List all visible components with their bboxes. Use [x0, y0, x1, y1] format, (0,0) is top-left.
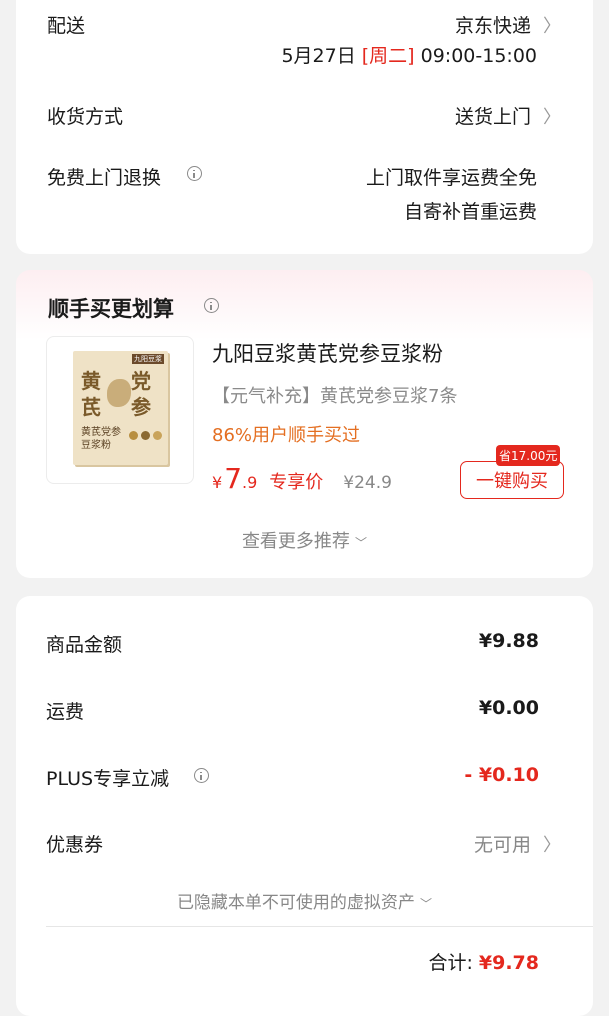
product-box-char: 参 — [131, 395, 151, 419]
chevron-down-icon: ﹀ — [355, 536, 368, 550]
free-return-line1: 上门取件享运费全免 — [365, 167, 537, 189]
shipping-value: ¥0.00 — [478, 697, 539, 719]
original-price: ¥24.9 — [343, 473, 392, 493]
chevron-right-icon: 〉 — [543, 15, 561, 37]
delivery-timeslot: 09:00-15:00 — [420, 45, 537, 67]
chevron-down-icon: ﹀ — [420, 897, 433, 911]
price-currency: ¥ — [212, 473, 223, 492]
hidden-assets-note[interactable]: 已隐藏本单不可使用的虚拟资产 ﹀ — [16, 888, 593, 913]
total-label: 合计: — [428, 952, 473, 974]
product-box-dot — [129, 431, 138, 440]
recommend-title: 顺手买更划算 — [48, 297, 174, 321]
order-summary-card: 商品金额 ¥9.88 运费 ¥0.00 PLUS专享立减 - ¥0.10 优惠券… — [16, 596, 593, 1016]
product-box-herb — [107, 379, 131, 407]
info-icon[interactable] — [194, 768, 209, 783]
product-image[interactable]: 九阳豆浆 黄 芪 党 参 黄芪党参 豆浆粉 — [46, 336, 194, 484]
delivery-time[interactable]: 5月27日 [周二] 09:00-15:00 — [281, 41, 537, 68]
price-integer: 7 — [224, 462, 243, 495]
total-value: ¥9.78 — [478, 952, 539, 974]
price-tag: 专享价 — [269, 472, 324, 493]
goods-amount-label: 商品金额 — [46, 634, 123, 656]
free-return-line2: 自寄补首重运费 — [403, 201, 537, 223]
product-tagline: 【元气补充】黄芪党参豆浆7条 — [212, 386, 458, 407]
total-row: 合计: ¥9.78 — [428, 948, 539, 975]
shipping-label: 运费 — [46, 701, 85, 723]
more-recommend-label: 查看更多推荐 — [241, 531, 350, 552]
more-recommend-link[interactable]: 查看更多推荐 ﹀ — [16, 527, 593, 553]
product-buy-rate: 86%用户顺手买过 — [212, 425, 361, 446]
save-badge: 省17.00元 — [496, 445, 561, 466]
plus-discount-label: PLUS专享立减 — [46, 768, 170, 790]
coupon-label: 优惠券 — [46, 834, 104, 856]
one-click-buy-label: 一键购买 — [476, 471, 548, 492]
product-box-char: 黄 — [81, 369, 101, 393]
hidden-assets-label: 已隐藏本单不可使用的虚拟资产 — [176, 893, 415, 913]
receive-method-row[interactable]: 送货上门 〉 — [455, 102, 561, 129]
product-box-char: 党 — [131, 369, 151, 393]
receive-method-value: 送货上门 — [454, 106, 531, 128]
info-icon[interactable] — [187, 166, 202, 181]
info-icon[interactable] — [204, 298, 219, 313]
delivery-carrier: 京东快递 — [454, 15, 531, 37]
product-box-brand: 九阳豆浆 — [132, 354, 164, 364]
product-box-dot — [153, 431, 162, 440]
product-box-dot — [141, 431, 150, 440]
delivery-carrier-row[interactable]: 京东快递 〉 — [455, 11, 561, 38]
chevron-right-icon: 〉 — [543, 834, 561, 856]
recommend-card: 顺手买更划算 九阳豆浆 黄 芪 党 参 黄芪党参 豆浆粉 九阳豆浆黄芪党参豆浆粉… — [16, 270, 593, 578]
coupon-value: 无可用 — [473, 834, 531, 856]
delivery-label: 配送 — [47, 15, 86, 37]
divider — [46, 926, 593, 927]
price-decimal: .9 — [242, 473, 258, 492]
delivery-weekday: [周二] — [361, 45, 415, 67]
product-name[interactable]: 九阳豆浆黄芪党参豆浆粉 — [212, 338, 443, 368]
receive-method-label: 收货方式 — [47, 106, 124, 128]
goods-amount-value: ¥9.88 — [478, 630, 539, 652]
plus-discount-value: - ¥0.10 — [464, 764, 539, 786]
chevron-right-icon: 〉 — [543, 106, 561, 128]
product-box-subtitle: 豆浆粉 — [81, 440, 111, 451]
delivery-card: 配送 京东快递 〉 5月27日 [周二] 09:00-15:00 收货方式 送货… — [16, 0, 593, 254]
product-box-illustration: 九阳豆浆 黄 芪 党 参 黄芪党参 豆浆粉 — [73, 351, 168, 465]
delivery-date: 5月27日 — [281, 45, 356, 67]
coupon-row[interactable]: 无可用 〉 — [474, 830, 561, 857]
product-box-char: 芪 — [81, 395, 101, 419]
product-price: ¥ 7 .9 专享价 ¥24.9 — [212, 462, 392, 495]
free-return-label: 免费上门退换 — [47, 167, 162, 189]
one-click-buy-button[interactable]: 一键购买 — [460, 461, 564, 499]
